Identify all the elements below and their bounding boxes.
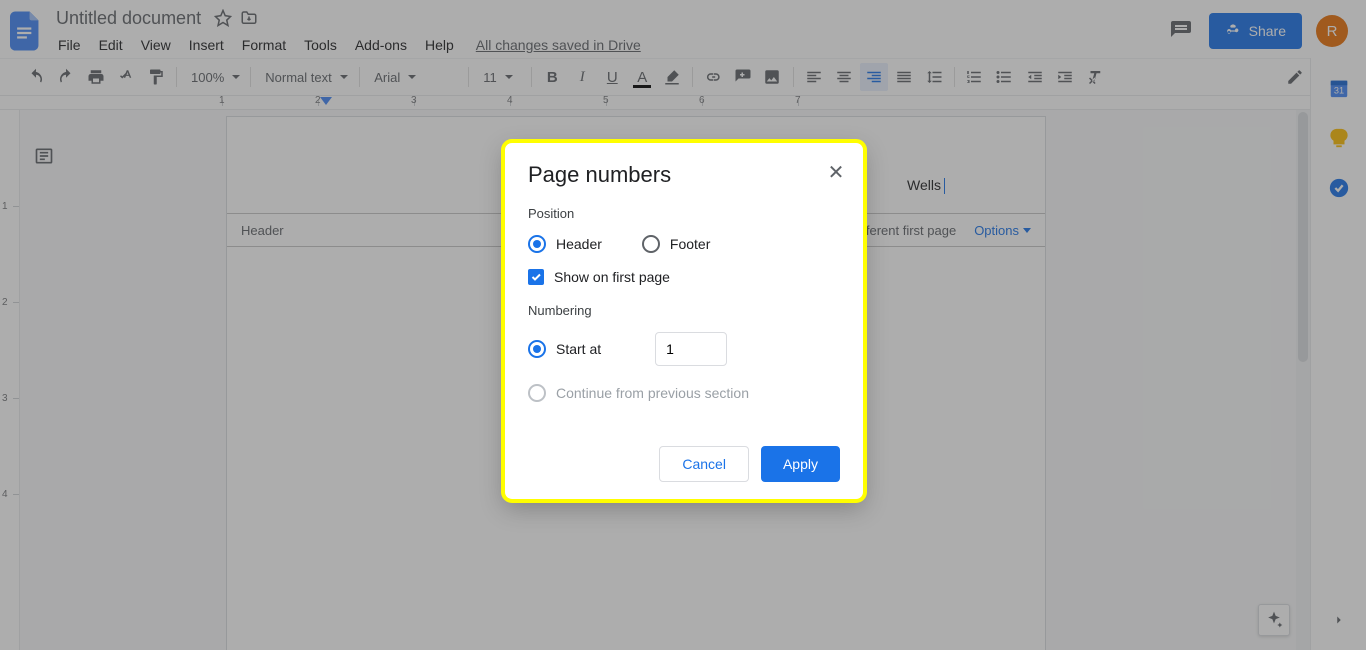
dialog-title: Page numbers xyxy=(528,162,840,188)
start-at-input[interactable] xyxy=(655,332,727,366)
start-at-radio[interactable]: Start at xyxy=(528,340,601,358)
page-numbers-dialog: Page numbers ✕ Position Header Footer Sh… xyxy=(504,142,864,500)
position-section-label: Position xyxy=(528,206,840,221)
numbering-section-label: Numbering xyxy=(528,303,840,318)
cancel-button[interactable]: Cancel xyxy=(659,446,749,482)
close-icon[interactable]: ✕ xyxy=(822,158,850,186)
apply-button[interactable]: Apply xyxy=(761,446,840,482)
position-footer-radio[interactable]: Footer xyxy=(642,235,710,253)
position-header-radio[interactable]: Header xyxy=(528,235,602,253)
continue-radio: Continue from previous section xyxy=(528,384,840,402)
show-first-page-checkbox[interactable]: Show on first page xyxy=(528,269,840,285)
